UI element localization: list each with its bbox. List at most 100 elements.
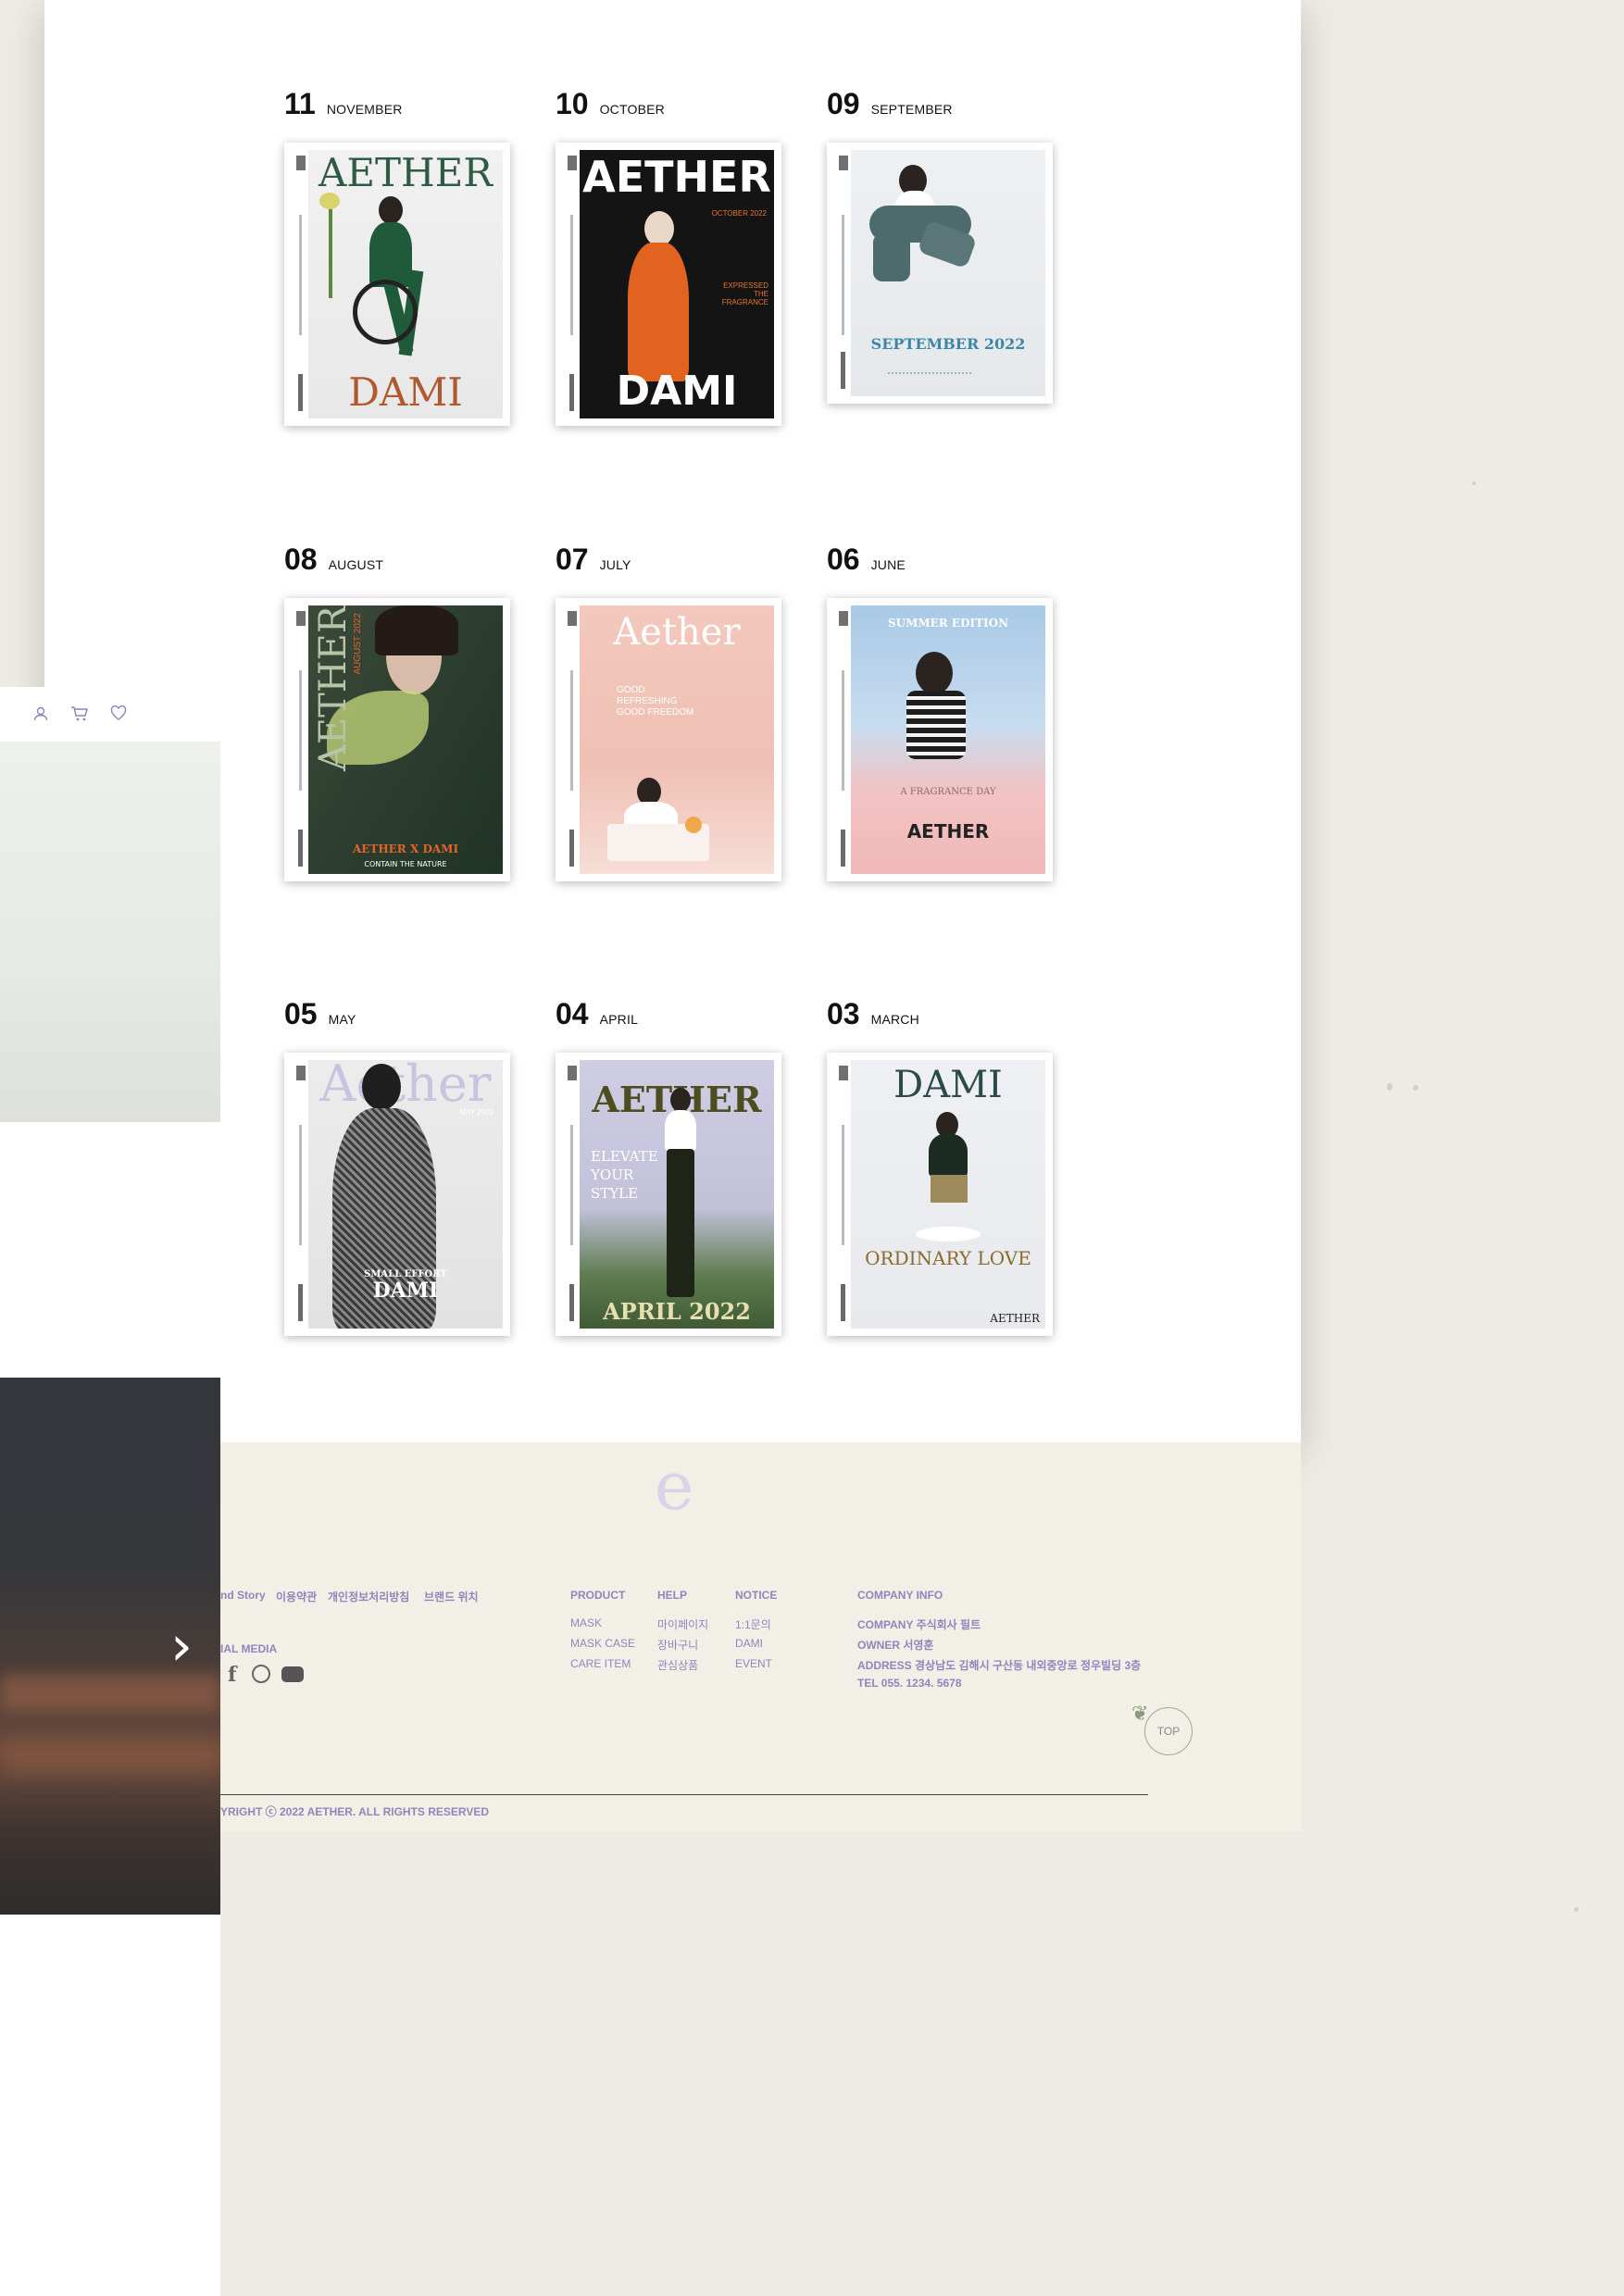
- product-heading: PRODUCT: [570, 1589, 626, 1602]
- magazine-cover[interactable]: SUMMER EDITION A FRAGRANCE DAY AETHER: [827, 598, 1053, 881]
- cover-bottom: AETHER: [906, 820, 990, 842]
- cover-bottom: DAMI: [348, 369, 463, 415]
- company-info: ADDRESS 경상남도 김해시 구산동 내외중앙로 정우빌딩 3층: [857, 1659, 1142, 1672]
- cover-sub: OCTOBER 2022: [711, 209, 767, 218]
- issue-september[interactable]: 09 SEPTEMBER SEPTEMBER 2022: [827, 87, 1058, 404]
- footer-link-privacy[interactable]: 개인정보처리방침: [328, 1589, 409, 1604]
- cover-bottom: DAMI: [372, 1279, 439, 1303]
- facebook-icon[interactable]: f: [228, 1663, 236, 1687]
- social-media-label: IAL MEDIA: [220, 1642, 278, 1655]
- footer-link-terms[interactable]: 이용약관: [276, 1589, 317, 1604]
- cover-note: GOOD REFRESHING GOOD FREEDOM: [617, 685, 694, 718]
- cover-note: CONTAIN THE NATURE: [364, 860, 447, 868]
- cover-title: Aether: [613, 611, 741, 654]
- side-preview-image: [0, 742, 220, 1122]
- issue-number: 06: [827, 543, 860, 576]
- product-item[interactable]: MASK: [570, 1616, 602, 1629]
- magazine-cover[interactable]: DAMI ORDINARY LOVE AETHER: [827, 1053, 1053, 1336]
- issue-month: AUGUST: [328, 557, 384, 572]
- issue-number: 04: [556, 997, 589, 1030]
- magazine-cover[interactable]: SEPTEMBER 2022: [827, 143, 1053, 404]
- cover-bottom: SEPTEMBER 2022: [870, 335, 1026, 353]
- product-item[interactable]: CARE ITEM: [570, 1657, 631, 1670]
- issue-july[interactable]: 07 JULY Aether GOOD REFRESHING GOOD FREED…: [556, 543, 787, 881]
- issue-month: OCTOBER: [599, 102, 665, 117]
- company-info: OWNER 서영훈: [857, 1639, 934, 1652]
- side-bottom-panel: [0, 1915, 220, 2296]
- issue-june[interactable]: 06 JUNE SUMMER EDITION A FRAGRANCE DAY AE…: [827, 543, 1058, 881]
- company-info: COMPANY 주식회사 필트: [857, 1618, 981, 1631]
- issue-august[interactable]: 08 AUGUST AETHER AUGUST 2022 AETHER X DAM…: [284, 543, 516, 881]
- issue-april[interactable]: 04 APRIL AETHER ELEVATE YOUR STYLE APRIL …: [556, 997, 787, 1336]
- chat-icon[interactable]: [252, 1665, 270, 1683]
- footer-link-location[interactable]: 브랜드 위치: [424, 1589, 479, 1604]
- issue-number: 11: [284, 87, 316, 120]
- side-preview-panel: ›: [0, 687, 220, 1915]
- user-icon[interactable]: [31, 705, 50, 724]
- issue-march[interactable]: 03 MARCH DAMI ORDINARY LOVE AETHER: [827, 997, 1058, 1336]
- cover-bottom: DAMI: [616, 368, 738, 415]
- cover-note: A FRAGRANCE DAY: [900, 787, 996, 797]
- issue-number: 10: [556, 87, 589, 120]
- background-speck: [1574, 1907, 1579, 1912]
- magazine-cover[interactable]: AETHER AUGUST 2022 AETHER X DAMI CONTAIN…: [284, 598, 510, 881]
- cover-title: AETHER: [319, 150, 493, 195]
- issue-number: 07: [556, 543, 589, 576]
- cart-icon[interactable]: [70, 705, 89, 724]
- brand-logo-icon: e: [654, 1447, 694, 1525]
- notice-heading: NOTICE: [735, 1589, 778, 1602]
- cover-title: DAMI: [893, 1064, 1003, 1106]
- issue-month: NOVEMBER: [326, 102, 403, 117]
- background-speck: [1413, 1085, 1418, 1091]
- side-toolbar: [0, 687, 220, 742]
- issue-november[interactable]: 11 NOVEMBER AETHER DAMI: [284, 87, 516, 426]
- magazine-cover[interactable]: AETHER OCTOBER 2022 EXPRESSED THE FRAGRA…: [556, 143, 781, 426]
- issue-number: 08: [284, 543, 318, 576]
- help-item[interactable]: 관심상품: [657, 1657, 698, 1673]
- site-footer: e nd Story 이용약관 개인정보처리방침 브랜드 위치 IAL MEDI…: [220, 1442, 1301, 1831]
- side-blank: [0, 1122, 220, 1378]
- cover-title: AETHER: [582, 152, 771, 202]
- youtube-icon[interactable]: [281, 1666, 304, 1682]
- cover-note: EXPRESSED THE FRAGRANCE: [721, 281, 768, 306]
- product-item[interactable]: MASK CASE: [570, 1637, 635, 1650]
- notice-item[interactable]: EVENT: [735, 1657, 772, 1670]
- issue-month: MARCH: [870, 1012, 919, 1027]
- issue-number: 05: [284, 997, 318, 1030]
- side-dark-slide: ›: [0, 1378, 220, 1915]
- cover-bottom: APRIL 2022: [603, 1298, 751, 1325]
- help-heading: HELP: [657, 1589, 688, 1602]
- cover-title: SUMMER EDITION: [887, 617, 1009, 630]
- notice-item[interactable]: 1:1문의: [735, 1616, 771, 1632]
- back-to-top-button[interactable]: TOP: [1144, 1707, 1193, 1755]
- help-item[interactable]: 마이페이지: [657, 1616, 708, 1632]
- issue-month: APRIL: [599, 1012, 639, 1027]
- issue-month: MAY: [328, 1012, 356, 1027]
- background-speck: [1387, 1083, 1393, 1091]
- issue-month: JULY: [599, 557, 631, 572]
- copyright: YRIGHT ⓒ 2022 AETHER. ALL RIGHTS RESERVE…: [220, 1805, 490, 1818]
- next-arrow-icon[interactable]: ›: [170, 1618, 193, 1674]
- issue-october[interactable]: 10 OCTOBER AETHER OCTOBER 2022 EXPRESSED …: [556, 87, 787, 426]
- help-item[interactable]: 장바구니: [657, 1637, 698, 1653]
- background-speck: [1472, 481, 1476, 485]
- magazine-cover[interactable]: Aether MAY 2022 SMALL EFFORT DAMI: [284, 1053, 510, 1336]
- footer-link[interactable]: nd Story: [220, 1589, 266, 1602]
- company-info: TEL 055. 1234. 5678: [857, 1677, 962, 1690]
- issue-number: 03: [827, 997, 860, 1030]
- magazine-cover[interactable]: AETHER ELEVATE YOUR STYLE APRIL 2022: [556, 1053, 781, 1336]
- cover-sub: AUGUST 2022: [353, 613, 363, 675]
- issue-month: JUNE: [870, 557, 906, 572]
- cover-title: AETHER: [312, 605, 355, 771]
- cover-bottom: AETHER X DAMI: [352, 842, 459, 855]
- notice-item[interactable]: DAMI: [735, 1637, 763, 1650]
- cover-title: Aether: [319, 1060, 492, 1113]
- issue-may[interactable]: 05 MAY Aether MAY 2022 SMALL EFFORT DAMI: [284, 997, 516, 1336]
- magazine-cover[interactable]: Aether GOOD REFRESHING GOOD FREEDOM: [556, 598, 781, 881]
- cover-sub: MAY 2022: [459, 1108, 493, 1117]
- heart-icon[interactable]: [109, 705, 128, 724]
- company-heading: COMPANY INFO: [857, 1589, 943, 1602]
- cover-note: AETHER: [990, 1312, 1040, 1325]
- footer-divider: [220, 1794, 1148, 1795]
- magazine-cover[interactable]: AETHER DAMI: [284, 143, 510, 426]
